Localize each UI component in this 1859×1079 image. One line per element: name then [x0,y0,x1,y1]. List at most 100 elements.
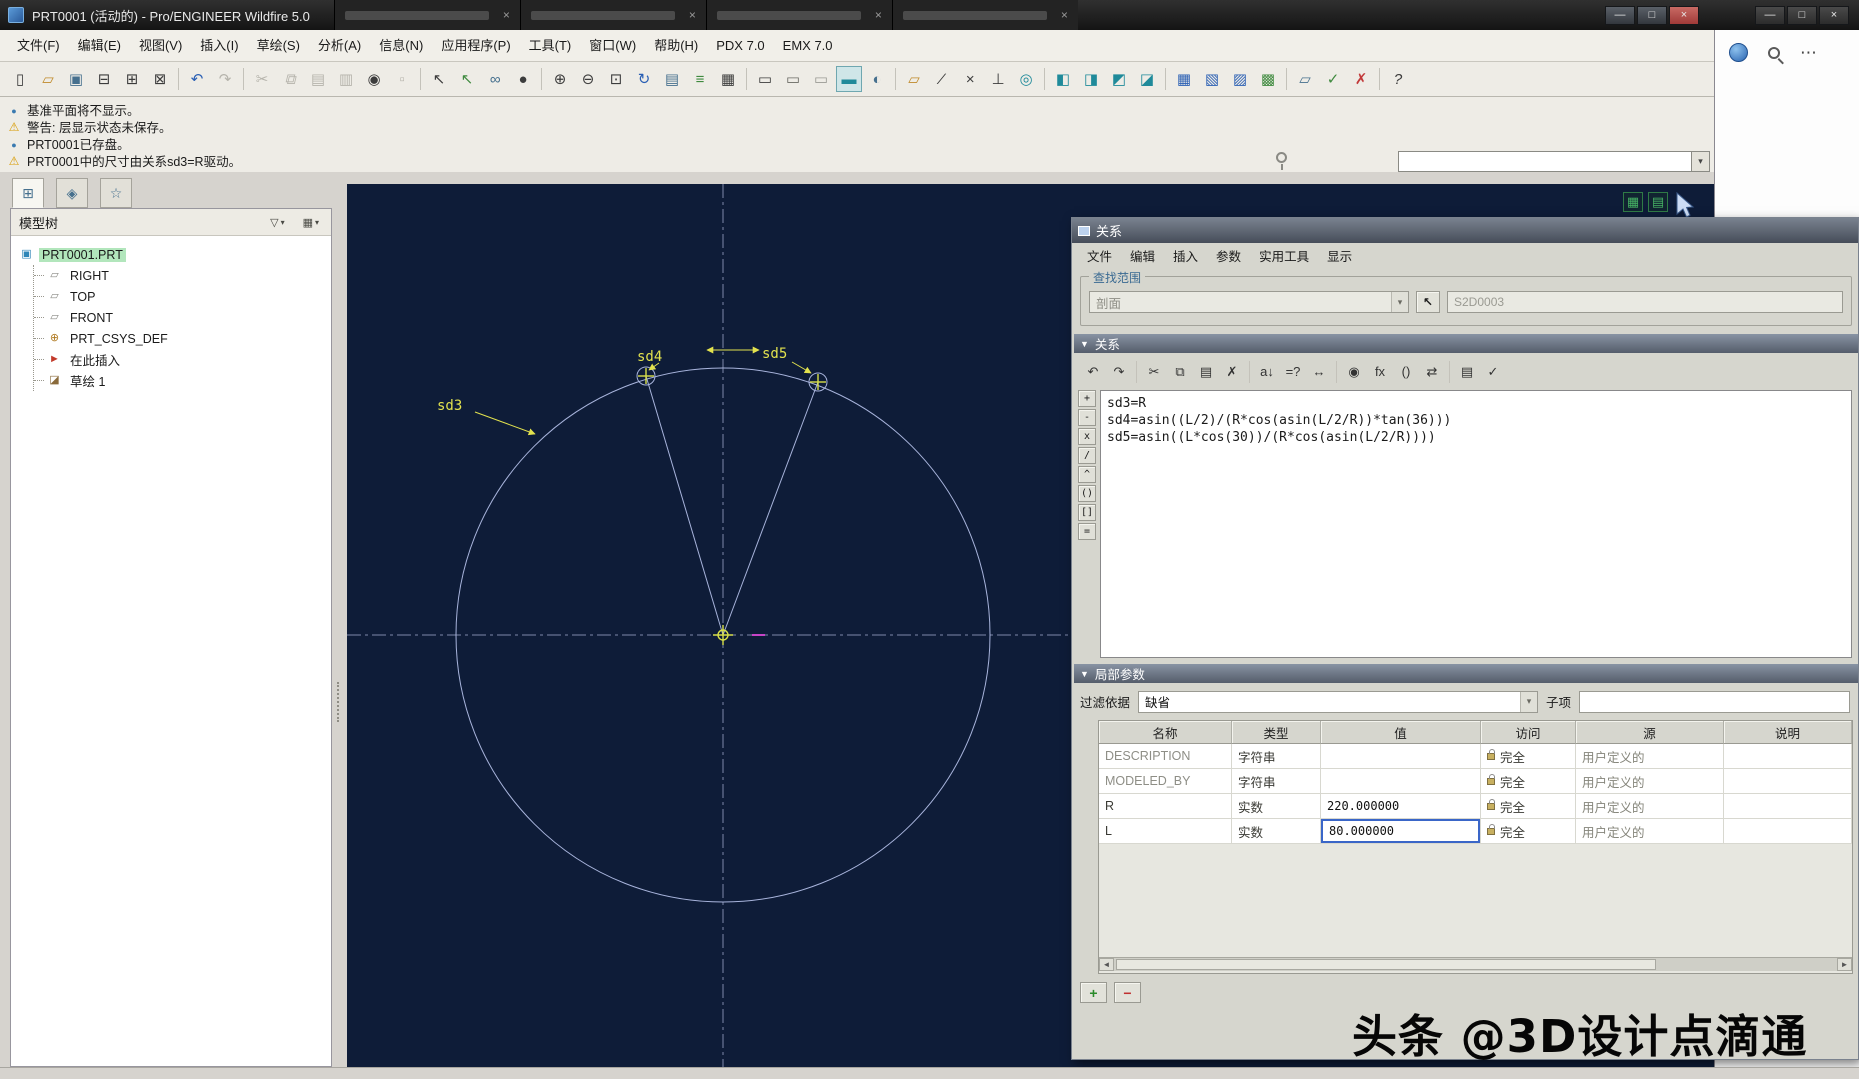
chevron-down-icon[interactable]: ▾ [1520,692,1537,712]
delete-icon[interactable]: ✗ [1220,360,1244,384]
scroll-right-icon[interactable]: ► [1837,958,1852,971]
paste-special-icon[interactable]: ▥ [333,66,359,92]
chevron-down-icon[interactable]: ▾ [1391,292,1408,312]
window-tab[interactable]: × [892,0,1078,30]
grid-snap-icon[interactable]: ▤ [1648,192,1668,212]
wireframe-display-icon[interactable]: ▭ [752,66,778,92]
menu-item[interactable]: 帮助(H) [645,30,707,61]
reorient-icon[interactable]: ↻ [631,66,657,92]
menu-item[interactable]: EMX 7.0 [774,30,842,61]
outer-maximize-button[interactable]: □ [1787,6,1817,25]
menu-item[interactable]: 应用程序(P) [432,30,519,61]
menu-item[interactable]: 工具(T) [520,30,581,61]
model-tree-tab[interactable]: ⊞ [12,178,44,208]
sketch-ok-icon[interactable]: ✓ [1320,66,1346,92]
close-icon[interactable]: × [503,9,510,21]
shaded-display-icon[interactable]: ▬ [836,66,862,92]
dialog-menu-item[interactable]: 编辑 [1121,246,1164,265]
filter-combobox[interactable]: 缺省 ▾ [1138,691,1538,713]
scope-combobox[interactable]: 剖面 ▾ [1089,291,1409,313]
chevron-down-icon[interactable]: ▾ [1691,152,1709,171]
relations-section-header[interactable]: ▼ 关系 [1074,334,1858,353]
horizontal-scrollbar[interactable]: ◄ ► [1099,957,1852,971]
csys-display-icon[interactable]: ⊥ [985,66,1011,92]
message-combo[interactable]: ▾ [1398,151,1710,172]
tree-columns-button[interactable]: ▦▾ [299,214,323,231]
dimension-sd4-label[interactable]: sd4 [637,349,662,365]
undo-icon[interactable]: ↶ [1081,360,1105,384]
close-icon[interactable]: × [689,9,696,21]
constraint-display-icon[interactable]: ▨ [1227,66,1253,92]
close-button[interactable]: × [1669,6,1699,25]
send-model-icon[interactable]: ⊠ [147,66,173,92]
fx-icon[interactable]: fx [1368,360,1392,384]
context-help-icon[interactable]: ? [1385,66,1411,92]
dialog-menu-item[interactable]: 实用工具 [1250,246,1318,265]
menu-item[interactable]: 分析(A) [309,30,370,61]
verify-relations-icon[interactable]: ✓ [1481,360,1505,384]
evaluate-icon[interactable]: =? [1281,360,1305,384]
view-glasses-icon[interactable]: ∞ [482,66,508,92]
dialog-menu-item[interactable]: 显示 [1318,246,1361,265]
tree-item-root[interactable]: ▣ PRT0001.PRT [19,244,327,265]
menu-item[interactable]: PDX 7.0 [707,30,773,61]
line-numbers-icon[interactable]: ▤ [1455,360,1479,384]
print-icon[interactable]: ⊟ [91,66,117,92]
datum-plane-tool-icon[interactable]: ▱ [1292,66,1318,92]
select-arrow-icon[interactable]: ↖ [426,66,452,92]
param-value-input[interactable] [1321,819,1480,843]
view-manager-icon[interactable]: ▦ [715,66,741,92]
dialog-menu-item[interactable]: 文件 [1078,246,1121,265]
tree-item-label[interactable]: PRT0001.PRT [39,248,126,262]
tree-item-label[interactable]: RIGHT [67,269,112,283]
sort-icon[interactable]: a↓ [1255,360,1279,384]
tree-item[interactable]: ⊕ PRT_CSYS_DEF [34,328,327,349]
realism-display-icon[interactable]: ◐ [864,66,890,92]
saved-views-icon[interactable]: ▤ [659,66,685,92]
shade-closed-loops-icon[interactable]: ◧ [1050,66,1076,92]
dialog-title-bar[interactable]: 关系 [1072,218,1858,243]
undo-icon[interactable]: ↶ [184,66,210,92]
overlapping-geometry-icon[interactable]: ◩ [1106,66,1132,92]
datum-axis-display-icon[interactable]: ∕ [929,66,955,92]
save-file-icon[interactable]: ▣ [63,66,89,92]
highlight-open-ends-icon[interactable]: ◨ [1078,66,1104,92]
find-range-icon[interactable]: ◉ [1342,360,1366,384]
feature-requirements-icon[interactable]: ◪ [1134,66,1160,92]
close-icon[interactable]: × [875,9,882,21]
operator-button[interactable]: - [1078,409,1096,426]
no-hidden-display-icon[interactable]: ▭ [808,66,834,92]
copy-icon[interactable]: ⧉ [1168,360,1192,384]
cut-icon[interactable]: ✂ [249,66,275,92]
scope-name-field[interactable] [1447,291,1843,313]
relation-line[interactable]: sd5=asin((L*cos(30))/(R*cos(asin(L/2/R))… [1107,429,1845,446]
tree-item[interactable]: ▱ FRONT [34,307,327,328]
column-header[interactable]: 值 [1321,721,1481,744]
operator-button[interactable]: () [1078,485,1096,502]
cut-icon[interactable]: ✂ [1142,360,1166,384]
open-file-icon[interactable]: ▱ [35,66,61,92]
spin-center-icon[interactable]: ◎ [1013,66,1039,92]
message-combo-input[interactable] [1399,152,1691,171]
menu-item[interactable]: 文件(F) [8,30,69,61]
operator-button[interactable]: / [1078,447,1096,464]
maximize-button[interactable]: □ [1637,6,1667,25]
point-display-icon[interactable]: × [957,66,983,92]
select-box-icon[interactable]: ▫ [389,66,415,92]
hidden-line-display-icon[interactable]: ▭ [780,66,806,92]
menu-item[interactable]: 视图(V) [130,30,191,61]
more-icon[interactable]: ⋯ [1800,44,1817,61]
column-header[interactable]: 说明 [1724,721,1852,744]
table-row[interactable]: DESCRIPTION 字符串 完全 用户定义的 [1099,744,1852,769]
tree-item-label[interactable]: 在此插入 [67,350,123,369]
layer-tree-tab[interactable]: ◈ [56,178,88,208]
param-value-input[interactable] [1321,769,1480,793]
vertex-display-icon[interactable]: ▩ [1255,66,1281,92]
operator-button[interactable]: x [1078,428,1096,445]
parens-icon[interactable]: () [1394,360,1418,384]
globe-icon[interactable] [1729,43,1748,62]
dialog-menu-item[interactable]: 插入 [1164,246,1207,265]
new-file-icon[interactable]: ▯ [7,66,33,92]
subitem-input[interactable] [1579,691,1850,713]
grid-display-icon[interactable]: ▦ [1171,66,1197,92]
